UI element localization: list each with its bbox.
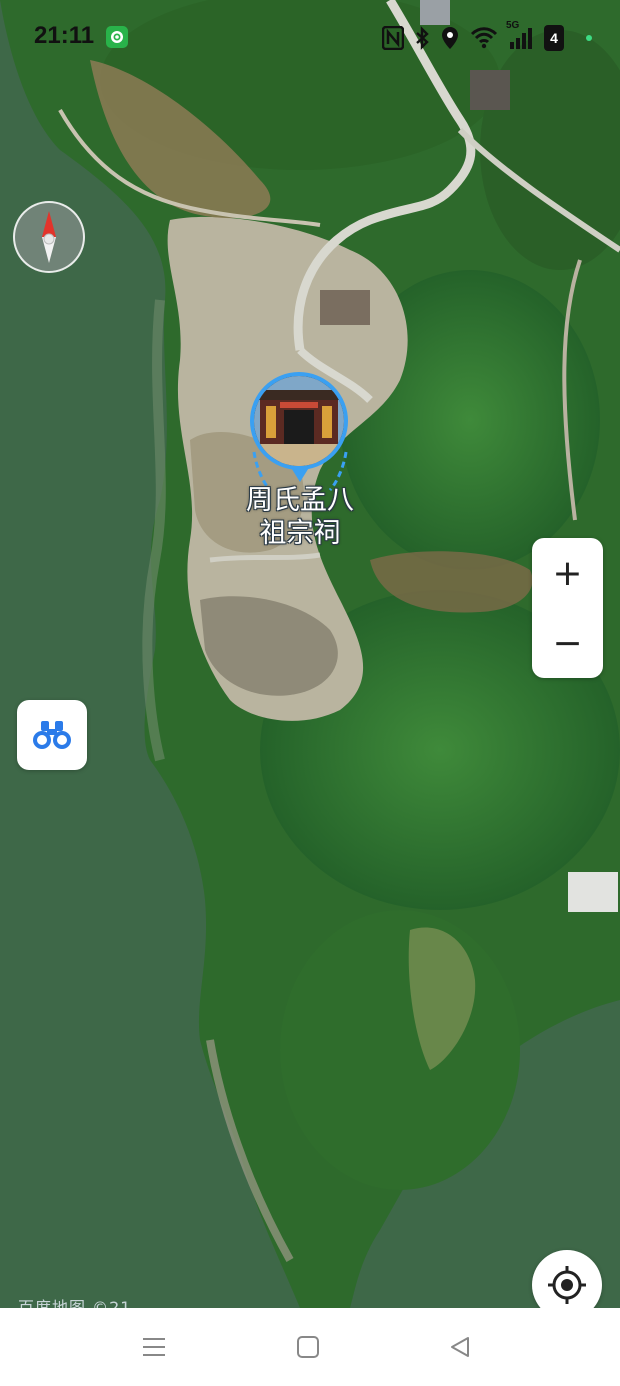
battery-icon: 4	[544, 25, 564, 51]
satellite-map[interactable]	[0, 0, 620, 1308]
binoculars-icon	[33, 721, 71, 749]
home-icon[interactable]	[288, 1332, 328, 1362]
compass-icon[interactable]	[13, 201, 85, 273]
privacy-indicator	[586, 35, 592, 41]
bluetooth-icon	[414, 26, 430, 50]
back-icon[interactable]	[440, 1332, 480, 1362]
zoom-out-button[interactable]: −	[532, 608, 603, 678]
locate-icon	[548, 1266, 586, 1304]
zoom-in-button[interactable]: +	[532, 538, 603, 608]
poi-marker[interactable]	[250, 372, 350, 492]
nfc-icon	[382, 26, 404, 50]
binoculars-button[interactable]	[17, 700, 87, 770]
system-nav-bar	[0, 1308, 620, 1386]
app-notification-icon	[106, 26, 128, 48]
status-bar: 21:11 5G 4	[0, 0, 620, 74]
location-icon	[440, 26, 460, 50]
menu-icon[interactable]	[134, 1332, 174, 1362]
signal-icon: 5G	[506, 20, 534, 50]
map-imagery	[0, 0, 620, 1308]
status-time: 21:11	[34, 22, 95, 49]
poi-pin-pointer	[252, 451, 348, 492]
wifi-icon	[470, 27, 498, 49]
poi-name-line1: 周氏孟八	[246, 485, 354, 516]
zoom-control: + −	[532, 538, 603, 678]
battery-level: 4	[550, 30, 558, 46]
network-type-label: 5G	[506, 20, 520, 31]
poi-name-line2: 祖宗祠	[259, 518, 341, 549]
poi-name-label[interactable]: 周氏孟八 祖宗祠	[232, 484, 368, 550]
